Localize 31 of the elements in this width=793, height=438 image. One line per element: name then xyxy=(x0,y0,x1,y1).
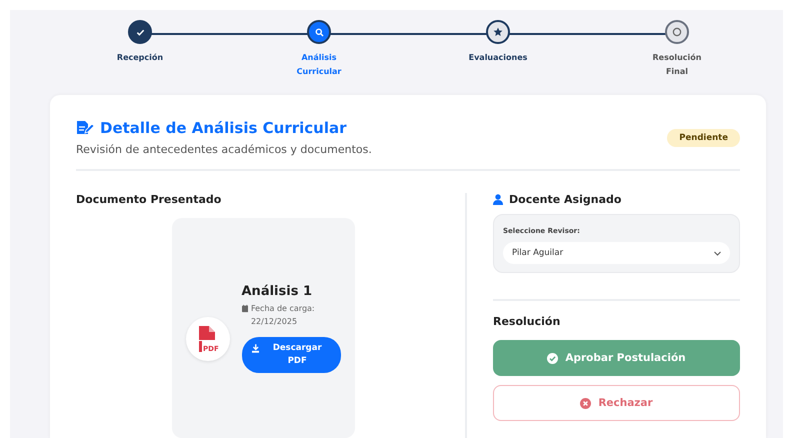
download-button[interactable]: Descargar PDF xyxy=(242,336,340,372)
step-circle[interactable] xyxy=(486,20,510,44)
step-label: Recepción xyxy=(116,52,164,64)
status-badge: Pendiente xyxy=(667,128,740,146)
document-name: Análisis 1 xyxy=(242,284,314,298)
reviewer-select[interactable]: Pilar Aguilar xyxy=(503,242,730,264)
person-icon xyxy=(493,194,503,205)
section-heading: Documento Presentado xyxy=(76,193,222,206)
section-heading: Docente Asignado xyxy=(509,193,622,206)
download-icon xyxy=(252,344,259,352)
check-circle-icon xyxy=(547,352,558,364)
step-label: Resolución Final xyxy=(652,52,702,78)
check-icon xyxy=(136,28,144,36)
section-heading: Resolución xyxy=(493,315,562,328)
step-label: Análisis Curricular xyxy=(296,52,342,78)
upload-date: Fecha de carga: 22/12/2025 xyxy=(250,302,316,328)
card-title: Detalle de Análisis Curricular xyxy=(100,119,346,137)
step-circle[interactable] xyxy=(128,20,152,44)
step-circle[interactable] xyxy=(665,20,689,44)
calendar-icon xyxy=(242,304,248,312)
star-icon xyxy=(493,27,503,37)
search-icon xyxy=(314,28,324,36)
reject-button[interactable]: Rechazar xyxy=(493,385,740,421)
step-label: Evaluaciones xyxy=(468,52,528,64)
document-edit-icon xyxy=(76,120,94,136)
card-subtitle: Revisión de antecedentes académicos y documentos. xyxy=(76,143,372,156)
chevron-down-icon xyxy=(714,250,721,256)
approve-button[interactable]: Aprobar Postulación xyxy=(493,340,740,376)
circle-icon xyxy=(672,27,682,37)
x-circle-icon xyxy=(580,398,592,408)
step-circle[interactable] xyxy=(307,20,331,44)
